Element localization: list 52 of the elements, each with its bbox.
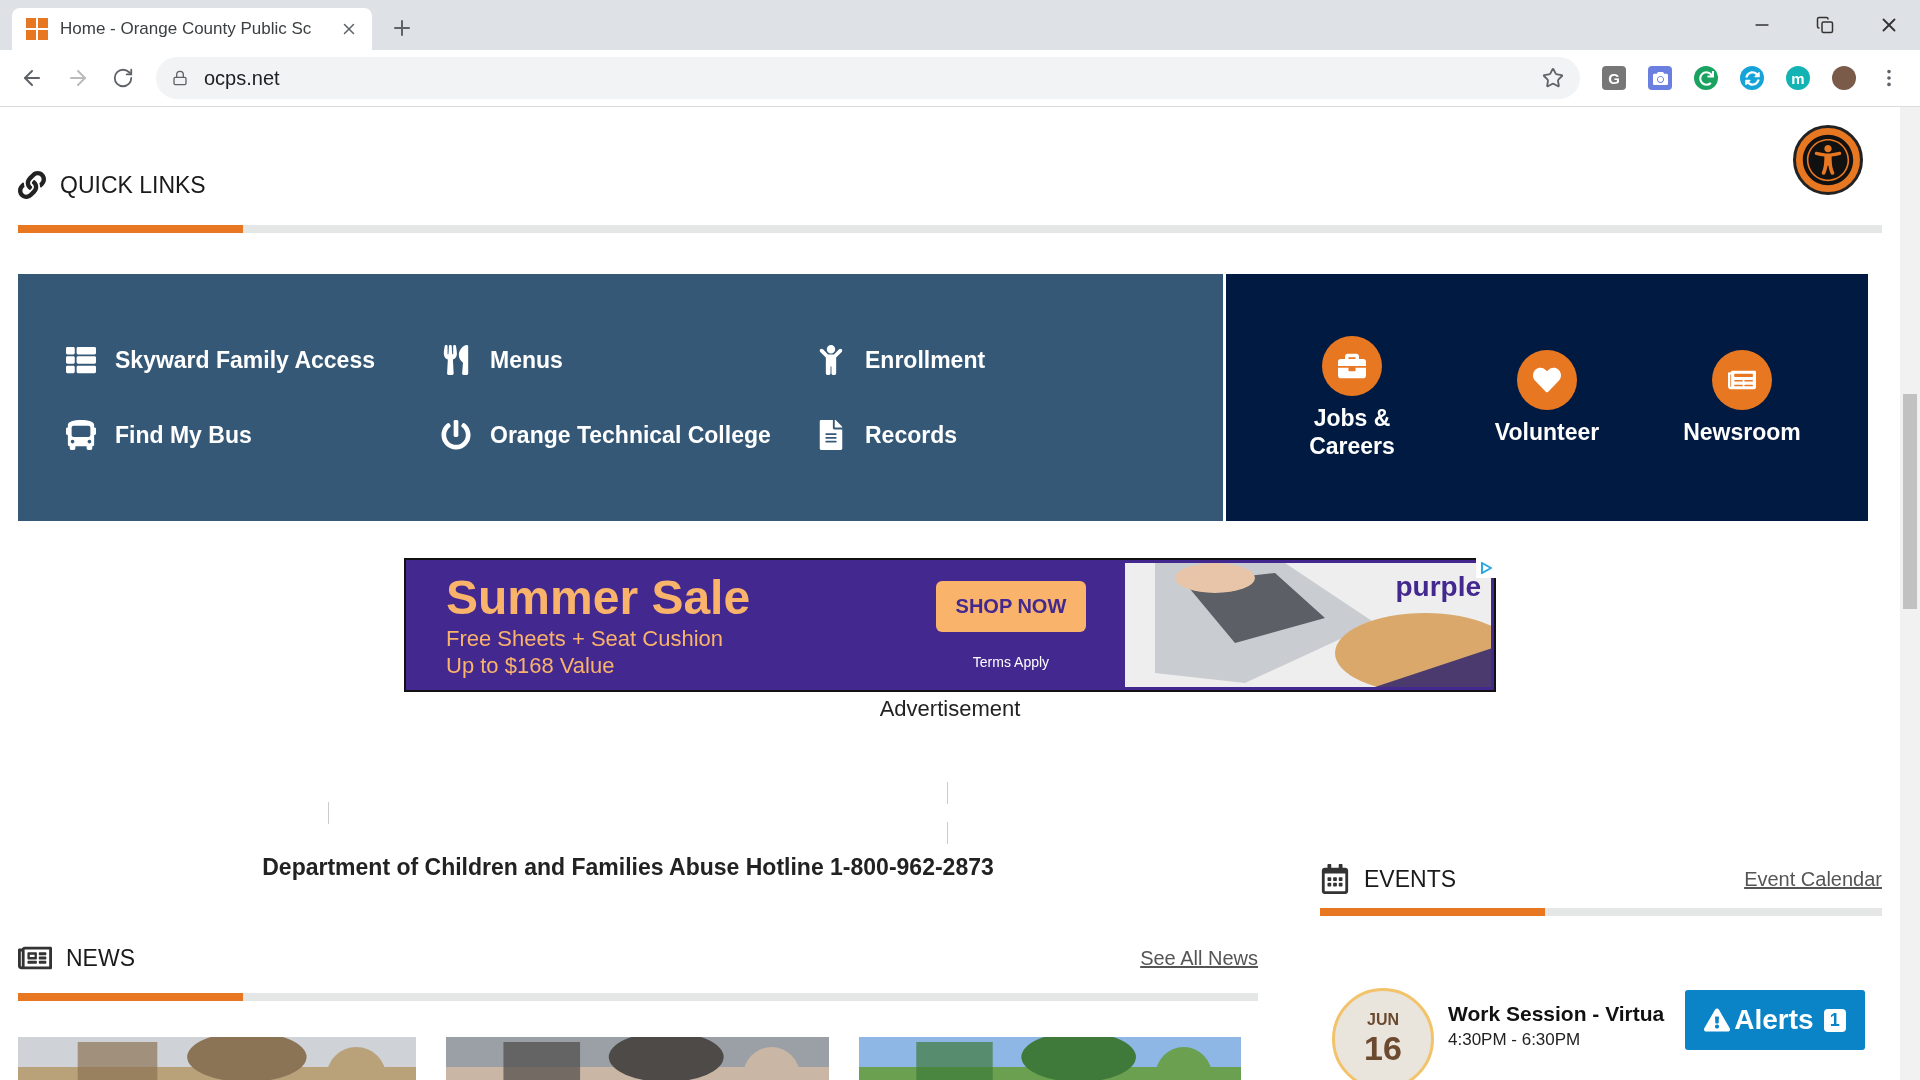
alert-count: 1	[1823, 1008, 1846, 1032]
calendar-icon	[1320, 864, 1350, 894]
heart-icon	[1533, 365, 1561, 394]
hotline-text: Department of Children and Families Abuse Hotline 1-800-962-2873	[262, 854, 994, 881]
bus-icon	[66, 420, 96, 450]
quick-link[interactable]: Orange Technical College	[438, 397, 778, 473]
star-icon[interactable]	[1542, 67, 1564, 89]
event-title[interactable]: Work Session - Virtua	[1448, 1002, 1665, 1026]
alerts-button[interactable]: Alerts 1	[1685, 990, 1865, 1050]
url-text: ocps.net	[204, 66, 281, 90]
lock-icon	[172, 70, 188, 86]
featured-link[interactable]: Jobs & Careers	[1282, 335, 1422, 460]
list-icon	[66, 345, 96, 375]
see-all-link[interactable]: See All News	[1140, 946, 1258, 970]
date-badge: JUN 16	[1332, 988, 1434, 1080]
briefcase-icon	[1338, 351, 1366, 380]
featured-link[interactable]: Volunteer	[1477, 349, 1617, 446]
ad-caption: Advertisement	[879, 696, 1021, 722]
reload-icon[interactable]	[112, 67, 134, 89]
quick-link[interactable]: Menus	[438, 322, 778, 398]
site-favicon	[26, 18, 48, 40]
section-title: QUICK LINKS	[60, 171, 206, 199]
address-bar[interactable]: ocps.net	[156, 57, 1580, 99]
sync-icon[interactable]	[1740, 66, 1764, 90]
event-calendar-link[interactable]: Event Calendar	[1744, 867, 1882, 891]
ad-text: Up to $168 Value	[446, 652, 616, 679]
extension-icon[interactable]: G	[1602, 66, 1626, 90]
tab-title: Home - Orange County Public Sc	[60, 19, 313, 39]
refresh-icon[interactable]	[1694, 66, 1718, 90]
quick-link[interactable]: Skyward Family Access	[63, 322, 403, 398]
terms-text: Terms Apply	[972, 653, 1050, 670]
ad-headline: Summer Sale	[446, 571, 752, 625]
quick-link[interactable]: Enrollment	[813, 322, 1153, 398]
scrollbar[interactable]	[1900, 107, 1920, 1080]
ad-text: Free Sheets + Seat Cushion	[446, 625, 724, 652]
brand-logo: purple	[1395, 571, 1481, 603]
profile-avatar[interactable]	[1832, 66, 1856, 90]
featured-link[interactable]: Newsroom	[1672, 349, 1812, 446]
restore-icon[interactable]	[1816, 16, 1834, 34]
ad-banner[interactable]: Summer Sale Free Sheets + Seat Cushion Up to $168 Value SHOP NOW Terms Apply purple	[404, 558, 1496, 692]
power-icon	[441, 420, 471, 450]
shop-button[interactable]: SHOP NOW	[935, 580, 1087, 632]
quick-link[interactable]: Find My Bus	[63, 397, 403, 473]
event-time: 4:30PM - 6:30PM	[1448, 1030, 1582, 1050]
section-title: EVENTS	[1364, 865, 1457, 893]
link-icon	[18, 171, 46, 199]
browser-tab[interactable]: Home - Orange County Public Sc	[12, 8, 372, 50]
camera-icon[interactable]	[1648, 66, 1672, 90]
quick-link[interactable]: Records	[813, 397, 1153, 473]
warning-icon	[1704, 1007, 1731, 1033]
section-title: NEWS	[66, 944, 135, 972]
fork-knife-icon	[441, 345, 471, 375]
